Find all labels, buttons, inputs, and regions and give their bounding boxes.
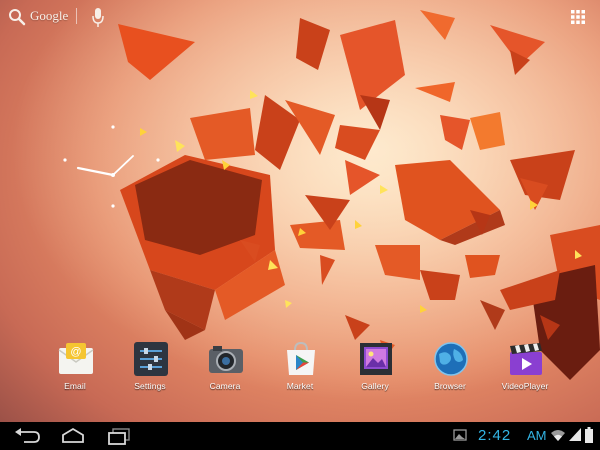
home-icon[interactable]	[58, 426, 88, 446]
wifi-icon	[551, 430, 565, 441]
home-dock: @ Email Settings Camera Market Gallery B…	[0, 336, 600, 398]
email-icon: @	[58, 343, 94, 374]
recent-apps-icon[interactable]	[104, 426, 134, 446]
app-browser[interactable]: Browser	[415, 336, 485, 396]
app-email[interactable]: @ Email	[40, 336, 110, 396]
camera-icon	[209, 346, 243, 373]
app-market[interactable]: Market	[265, 336, 335, 396]
videoplayer-icon	[510, 343, 542, 375]
back-icon[interactable]	[12, 426, 42, 446]
app-drawer-icon[interactable]	[570, 9, 586, 25]
status-ampm: AM	[527, 428, 547, 443]
gallery-icon	[360, 343, 392, 375]
app-label: Market	[286, 381, 314, 391]
battery-icon	[585, 427, 593, 443]
app-videoplayer[interactable]: VideoPlayer	[490, 336, 560, 396]
app-label: Browser	[434, 381, 466, 391]
app-settings[interactable]: Settings	[115, 336, 185, 396]
status-time[interactable]: 2:42	[478, 427, 511, 444]
search-icon[interactable]	[8, 8, 26, 26]
settings-icon	[134, 342, 168, 376]
app-camera[interactable]: Camera	[190, 336, 260, 396]
app-label: Settings	[134, 381, 166, 391]
google-search-label[interactable]: Google	[30, 8, 68, 24]
top-bar: Google	[0, 0, 600, 34]
screenshot-notification-icon[interactable]	[453, 428, 467, 442]
app-label: Camera	[209, 381, 241, 391]
market-icon	[287, 341, 315, 375]
app-label: VideoPlayer	[501, 381, 549, 391]
svg-text:@: @	[70, 346, 81, 358]
signal-icon	[569, 428, 581, 441]
browser-icon	[434, 342, 468, 376]
mic-icon[interactable]	[91, 6, 105, 28]
analog-clock-widget[interactable]	[58, 120, 168, 230]
search-divider	[76, 8, 77, 24]
app-gallery[interactable]: Gallery	[340, 336, 410, 396]
system-bar: 2:42 AM	[0, 422, 600, 450]
app-label: Gallery	[361, 381, 389, 391]
app-label: Email	[64, 381, 86, 391]
